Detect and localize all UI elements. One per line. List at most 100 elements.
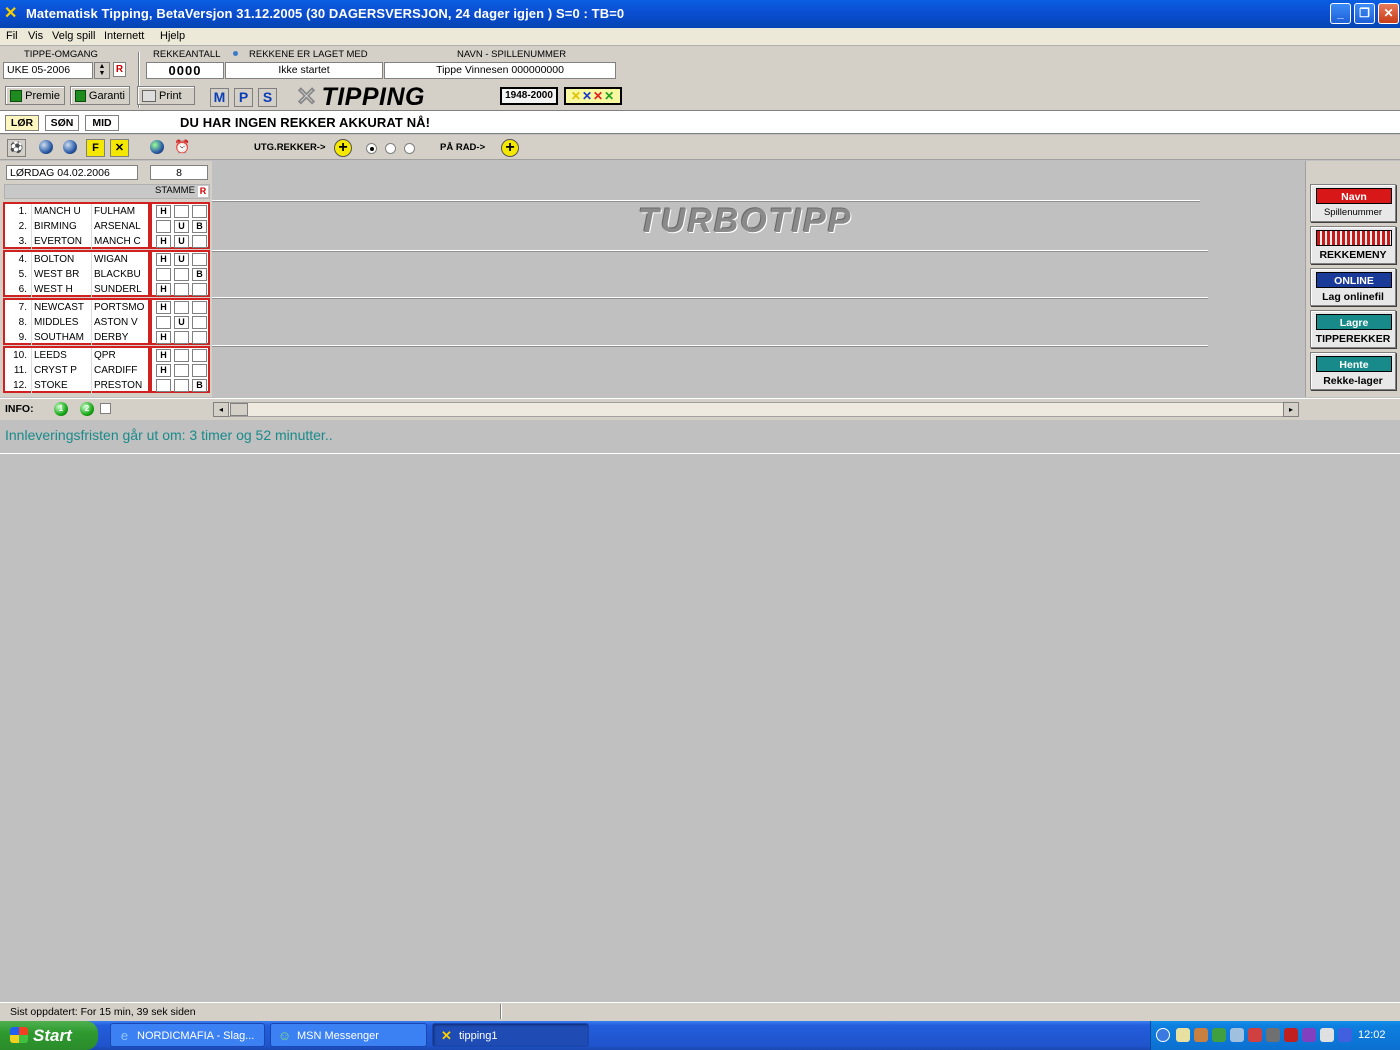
outcome-mark-box[interactable]	[174, 379, 189, 392]
outcome-mark-box[interactable]	[192, 235, 207, 248]
outcome-mark-box[interactable]	[156, 220, 171, 233]
outcome-mark-box[interactable]: H	[156, 349, 171, 362]
premie-button[interactable]: Premie	[5, 86, 65, 105]
online-button[interactable]: ONLINE Lag onlinefil	[1310, 268, 1396, 306]
garanti-button[interactable]: Garanti	[70, 86, 130, 105]
outcome-mark-box[interactable]: H	[156, 364, 171, 377]
outcome-mark-box[interactable]: H	[156, 253, 171, 266]
tray-app-icon[interactable]	[1194, 1028, 1208, 1042]
outcome-mark-box[interactable]	[174, 331, 189, 344]
menu-internett[interactable]: Internett	[104, 30, 144, 42]
tray-ati-icon[interactable]	[1284, 1028, 1298, 1042]
info-checkbox[interactable]	[100, 403, 111, 414]
outcome-mark-box[interactable]	[192, 205, 207, 218]
outcome-mark-box[interactable]: U	[174, 253, 189, 266]
navn-button[interactable]: Navn Spillenummer	[1310, 184, 1396, 222]
blue-ball-icon[interactable]	[39, 140, 53, 154]
menu-vis[interactable]: Vis	[28, 30, 43, 42]
hente-button[interactable]: Hente Rekke-lager	[1310, 352, 1396, 390]
rekkemeny-button[interactable]: REKKEMENY	[1310, 226, 1396, 264]
omgang-input[interactable]: UKE 05-2006	[3, 62, 93, 79]
outcome-mark-box[interactable]	[192, 253, 207, 266]
tab-mid[interactable]: MID	[85, 115, 119, 131]
tray-battery-icon[interactable]	[1338, 1028, 1352, 1042]
info-ball-1[interactable]: 1	[54, 402, 68, 416]
menu-hjelp[interactable]: Hjelp	[160, 30, 185, 42]
minimize-button[interactable]: _	[1330, 3, 1351, 24]
tray-wifi-icon[interactable]	[1320, 1028, 1334, 1042]
pa-rad-plus-button[interactable]: +	[501, 139, 519, 157]
maximize-button[interactable]: ❐	[1354, 3, 1375, 24]
years-button[interactable]: 1948-2000	[500, 87, 558, 105]
globe-icon[interactable]	[150, 140, 164, 154]
outcome-mark-box[interactable]	[174, 349, 189, 362]
omgang-spinner[interactable]: ▲ ▼	[94, 62, 110, 79]
navn-value: Tippe Vinnesen 000000000	[384, 62, 616, 79]
utg-plus-button[interactable]: +	[334, 139, 352, 157]
menu-velg-spill[interactable]: Velg spill	[52, 30, 95, 42]
scroll-left-arrow[interactable]: ◂	[213, 402, 229, 417]
stamme-r-button[interactable]: R	[198, 186, 208, 197]
tray-messenger-icon[interactable]	[1302, 1028, 1316, 1042]
outcome-mark-box[interactable]: H	[156, 283, 171, 296]
lagre-button[interactable]: Lagre TIPPEREKKER	[1310, 310, 1396, 348]
menu-fil[interactable]: Fil	[6, 30, 18, 42]
outcome-mark-box[interactable]	[174, 205, 189, 218]
m-button[interactable]: M	[210, 88, 229, 107]
radio-option-1[interactable]	[366, 143, 377, 154]
outcome-mark-box[interactable]	[174, 268, 189, 281]
marks-group: HUH	[150, 298, 210, 345]
outcome-mark-box[interactable]: H	[156, 301, 171, 314]
tray-monitor-icon[interactable]	[1176, 1028, 1190, 1042]
outcome-mark-box[interactable]	[192, 331, 207, 344]
task-msn[interactable]: ☺ MSN Messenger	[270, 1023, 427, 1047]
f-button[interactable]: F	[86, 139, 105, 157]
outcome-mark-box[interactable]	[156, 379, 171, 392]
task-tipping[interactable]: ✕ tipping1	[432, 1023, 589, 1047]
outcome-mark-box[interactable]	[192, 316, 207, 329]
tray-device-icon[interactable]	[1266, 1028, 1280, 1042]
blue-ball-icon[interactable]	[63, 140, 77, 154]
outcome-mark-box[interactable]: U	[174, 220, 189, 233]
close-button[interactable]: ✕	[1378, 3, 1399, 24]
scroll-right-arrow[interactable]: ▸	[1283, 402, 1299, 417]
task-browser[interactable]: e NORDICMAFIA - Slag...	[110, 1023, 265, 1047]
outcome-mark-box[interactable]	[192, 364, 207, 377]
outcome-mark-box[interactable]: U	[174, 316, 189, 329]
outcome-mark-box[interactable]: H	[156, 235, 171, 248]
outcome-mark-box[interactable]: U	[174, 235, 189, 248]
outcome-mark-box[interactable]	[156, 268, 171, 281]
outcome-mark-box[interactable]: H	[156, 205, 171, 218]
outcome-mark-box[interactable]	[192, 301, 207, 314]
outcome-mark-box[interactable]: H	[156, 331, 171, 344]
outcome-mark-box[interactable]	[174, 283, 189, 296]
print-button[interactable]: Print	[137, 86, 195, 105]
multi-game-button[interactable]: ✕✕✕✕	[564, 87, 622, 105]
tray-security-icon[interactable]	[1248, 1028, 1262, 1042]
outcome-mark-box[interactable]	[174, 364, 189, 377]
player-icon[interactable]: ⚽	[7, 139, 26, 157]
omgang-r-button[interactable]: R	[113, 62, 126, 77]
scroll-thumb[interactable]	[230, 403, 248, 416]
outcome-mark-box[interactable]: B	[192, 268, 207, 281]
outcome-mark-box[interactable]	[192, 349, 207, 362]
info-ball-2[interactable]: 2	[80, 402, 94, 416]
horizontal-scrollbar[interactable]	[213, 402, 1299, 417]
radio-option-3[interactable]	[404, 143, 415, 154]
p-button[interactable]: P	[234, 88, 253, 107]
outcome-mark-box[interactable]: B	[192, 379, 207, 392]
radio-option-2[interactable]	[385, 143, 396, 154]
outcome-mark-box[interactable]	[192, 283, 207, 296]
outcome-mark-box[interactable]	[156, 316, 171, 329]
tray-expand-icon[interactable]	[1156, 1028, 1170, 1042]
tab-lor[interactable]: LØR	[5, 115, 39, 131]
tray-network-icon[interactable]	[1212, 1028, 1226, 1042]
s-button[interactable]: S	[258, 88, 277, 107]
tab-son[interactable]: SØN	[45, 115, 79, 131]
outcome-mark-box[interactable]	[174, 301, 189, 314]
alarm-clock-icon[interactable]: ⏰	[174, 139, 190, 155]
x-button[interactable]: ✕	[110, 139, 129, 157]
outcome-mark-box[interactable]: B	[192, 220, 207, 233]
away-team: BLACKBU	[91, 267, 149, 282]
tray-volume-icon[interactable]	[1230, 1028, 1244, 1042]
